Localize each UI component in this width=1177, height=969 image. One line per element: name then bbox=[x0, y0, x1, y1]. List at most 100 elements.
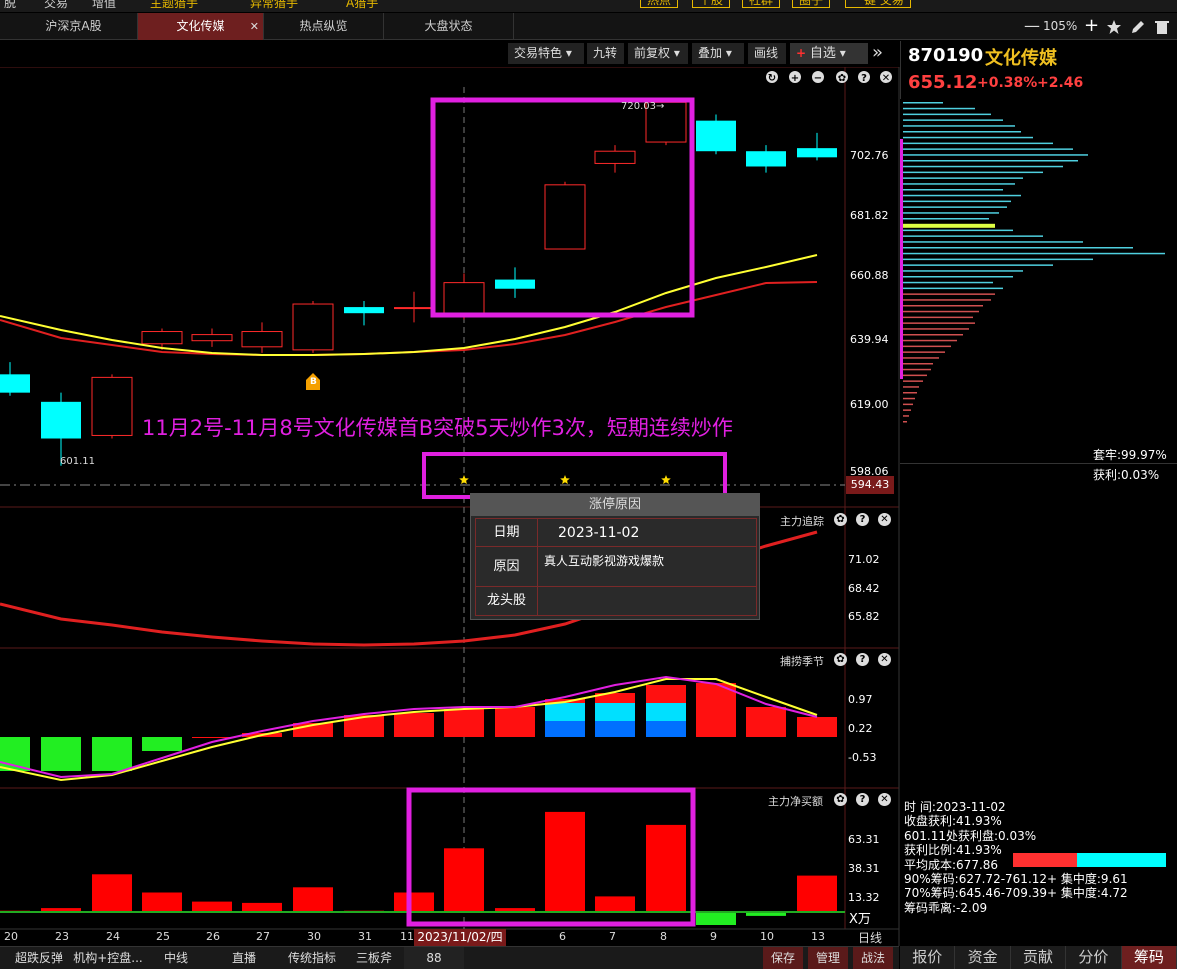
chip-bar bbox=[903, 287, 1003, 290]
tab-quote[interactable]: 报价 bbox=[900, 946, 956, 969]
chip-bar bbox=[903, 421, 907, 423]
help-icon[interactable]: ? bbox=[856, 653, 869, 666]
toolbar-watchlist[interactable]: + 自选 ▾ bbox=[790, 43, 868, 64]
tab-culture-media[interactable]: 文化传媒 ✕ bbox=[138, 13, 264, 40]
pencil-icon[interactable] bbox=[1130, 19, 1146, 35]
close-icon[interactable]: ✕ bbox=[878, 793, 891, 806]
tab-funds[interactable]: 资金 bbox=[955, 946, 1011, 969]
close-icon[interactable]: ✕ bbox=[878, 653, 891, 666]
tab-price-distribution[interactable]: 分价 bbox=[1066, 946, 1122, 969]
strategy-tab[interactable]: 88 bbox=[404, 947, 464, 969]
season-bar bbox=[41, 737, 81, 771]
strategy-tab[interactable]: 超跌反弹 bbox=[8, 947, 70, 969]
menu-item[interactable]: A猎手 bbox=[346, 0, 378, 11]
panel-title: 主力追踪 bbox=[780, 515, 824, 528]
season-overlay bbox=[545, 721, 585, 737]
unit-label: X万 bbox=[849, 912, 871, 927]
help-icon[interactable]: ? bbox=[856, 513, 869, 526]
net-buy-bar bbox=[192, 901, 232, 912]
zoom-out-icon-glyph: − bbox=[814, 73, 822, 84]
date-tick: 6 bbox=[559, 930, 566, 943]
tab-contribution[interactable]: 贡献 bbox=[1010, 946, 1067, 969]
delete-icon[interactable] bbox=[1154, 19, 1170, 35]
chip-bar bbox=[903, 281, 993, 284]
menu-button[interactable]: 社群 bbox=[742, 0, 781, 8]
tab-chips[interactable]: 筹码 bbox=[1121, 946, 1177, 969]
toolbar-nine-turns[interactable]: 九转 bbox=[587, 43, 624, 64]
strategy-tab[interactable]: 传统指标 bbox=[280, 947, 344, 969]
tab-a-shares[interactable]: 沪深京A股 bbox=[10, 13, 138, 40]
kline-chart-area[interactable]: ↻ + − ✿? ✕ bbox=[0, 67, 900, 946]
menu-button[interactable]: 一键 交易 bbox=[845, 0, 911, 8]
menu-button[interactable]: 圈子 bbox=[792, 0, 831, 8]
toolbar-draw[interactable]: 画线 bbox=[748, 43, 786, 64]
date-tick: 7 bbox=[609, 930, 616, 943]
expand-icon[interactable]: » bbox=[872, 42, 883, 63]
menu-button[interactable]: 个股 bbox=[692, 0, 731, 8]
season-bar bbox=[142, 737, 182, 751]
indicator-axis-label: 13.32 bbox=[848, 891, 880, 904]
period-label[interactable]: 日线 bbox=[858, 929, 882, 946]
stock-pct: +0.38% bbox=[977, 75, 1038, 91]
price-axis: 702.76 681.82 660.88 639.94 619.00 598.06 bbox=[846, 67, 899, 507]
ratio-bar-fill bbox=[1013, 853, 1078, 867]
chip-bar bbox=[903, 334, 963, 336]
gear-icon[interactable]: ✿ bbox=[834, 513, 847, 526]
menu-button[interactable]: 热点 bbox=[640, 0, 679, 8]
gear-icon[interactable]: ✿ bbox=[834, 653, 847, 666]
chip-bar bbox=[903, 194, 1021, 197]
chip-bar bbox=[903, 374, 927, 377]
chip-bar bbox=[903, 212, 999, 214]
price-axis-label: 660.88 bbox=[850, 269, 889, 282]
highlight-box bbox=[422, 452, 727, 499]
strategy-tab[interactable]: 三板斧 bbox=[350, 947, 398, 969]
chip-bar bbox=[903, 160, 1078, 162]
close-icon[interactable]: ✕ bbox=[250, 13, 259, 40]
toolbar-overlay[interactable]: 叠加 ▾ bbox=[692, 43, 744, 64]
toolbar-trade-features[interactable]: 交易特色 ▾ bbox=[508, 43, 584, 64]
chip-bar bbox=[903, 316, 973, 319]
net-buy-bar bbox=[394, 892, 434, 912]
chip-bar bbox=[903, 223, 995, 228]
toolbar-adjust[interactable]: 前复权 ▾ bbox=[628, 43, 688, 64]
candle-body bbox=[0, 374, 30, 393]
star-icon[interactable] bbox=[1106, 19, 1122, 35]
strategy-tab[interactable]: 中线 bbox=[150, 947, 202, 969]
divider bbox=[900, 463, 1177, 464]
chip-bar bbox=[903, 276, 1013, 278]
candle-body bbox=[746, 151, 786, 167]
toolbar-label: 叠加 bbox=[698, 46, 723, 60]
plus-icon[interactable]: + bbox=[1084, 15, 1099, 36]
net-buy-bar bbox=[595, 896, 635, 912]
tab-market-status[interactable]: 大盘状态 bbox=[384, 13, 514, 40]
menu-item[interactable]: 增值 bbox=[92, 0, 116, 11]
gear-icon[interactable]: ✿ bbox=[834, 793, 847, 806]
stat-c70: 70%筹码:645.46-709.39+ 集中度:4.72 bbox=[904, 886, 1128, 901]
menu-item[interactable]: 脱 bbox=[4, 0, 16, 11]
manage-button[interactable]: 管理 bbox=[808, 947, 848, 969]
tab-hotspot[interactable]: 热点纵览 bbox=[264, 13, 384, 40]
chip-bar bbox=[903, 165, 1063, 168]
zoom-out-button[interactable]: — bbox=[1024, 17, 1040, 35]
low-label: 601.11 bbox=[60, 456, 95, 467]
strategy-button[interactable]: 战法 bbox=[853, 947, 893, 969]
stat-at-price: 601.11处获利盘:0.03% bbox=[904, 828, 1037, 843]
help-icon[interactable]: ? bbox=[856, 793, 869, 806]
net-buy-bar bbox=[797, 875, 837, 912]
chart-toolbar: 交易特色 ▾ 九转 前复权 ▾ 叠加 ▾ 画线 + 自选 ▾ » bbox=[0, 41, 899, 67]
strategy-tab[interactable]: 机构+控盘... bbox=[72, 947, 144, 969]
save-button[interactable]: 保存 bbox=[763, 947, 803, 969]
tab-bar: 沪深京A股 文化传媒 ✕ 热点纵览 大盘状态 — 105% + bbox=[0, 13, 1177, 40]
chip-bar bbox=[903, 368, 931, 371]
strategy-tab[interactable]: 直播 bbox=[220, 947, 268, 969]
menu-item[interactable]: 异常猎手 bbox=[250, 0, 298, 11]
chip-bar bbox=[903, 264, 1053, 266]
main-force-net-buy bbox=[0, 811, 845, 925]
menu-item[interactable]: 主题猎手 bbox=[150, 0, 198, 11]
indicator-axis-label: 0.22 bbox=[848, 722, 873, 735]
chip-bar bbox=[903, 397, 915, 400]
menu-item[interactable]: 交易 bbox=[44, 0, 68, 11]
indicator-axis-label: 71.02 bbox=[848, 553, 880, 566]
close-icon[interactable]: ✕ bbox=[878, 513, 891, 526]
indicator-axis-label: 63.31 bbox=[848, 833, 880, 846]
